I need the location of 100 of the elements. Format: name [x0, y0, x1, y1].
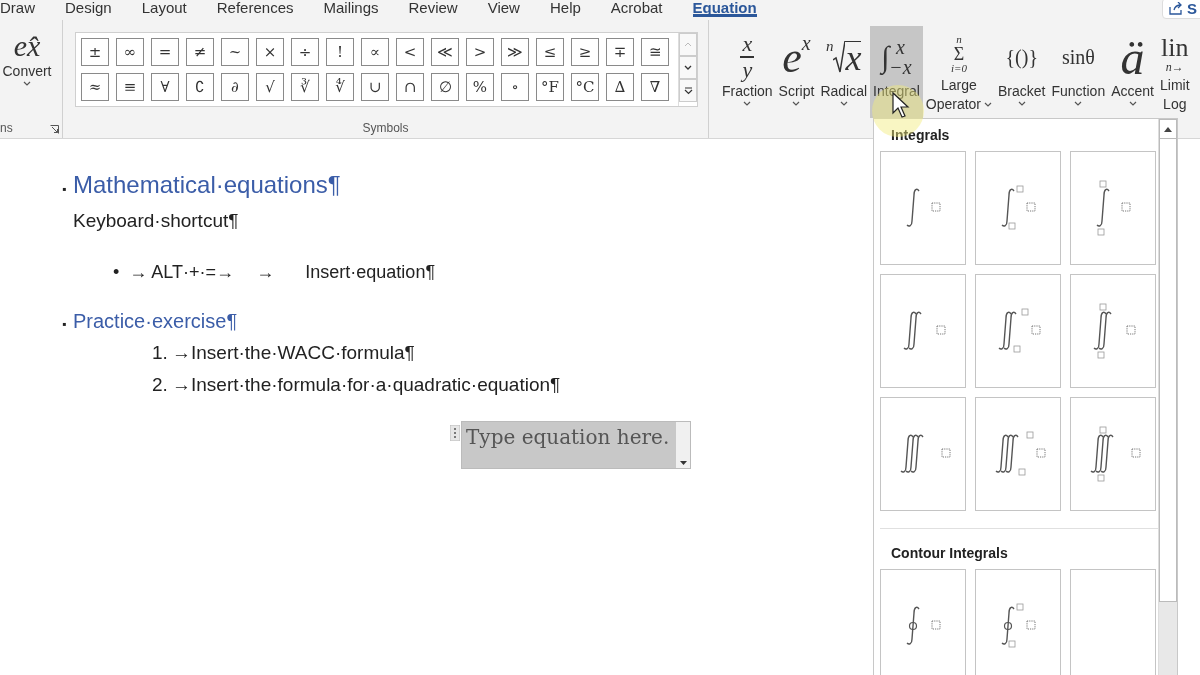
grip-icon[interactable] [450, 425, 460, 441]
integral-option[interactable] [880, 569, 966, 675]
symbol-button[interactable]: ∛ [291, 73, 319, 101]
symbol-button[interactable]: ∅ [431, 73, 459, 101]
scroll-up-button[interactable] [1159, 119, 1177, 139]
structure-button[interactable]: lin n→ Limit Log [1157, 26, 1193, 118]
lower-limit: −x [889, 57, 912, 77]
symbol-button[interactable]: ≫ [501, 38, 529, 66]
symbol-button[interactable]: ≥ [571, 38, 599, 66]
symbol-button[interactable]: ∜ [326, 73, 354, 101]
structure-button[interactable]: ä Accent [1108, 26, 1157, 118]
list-text: → ALT·+·=→ [129, 261, 235, 284]
symbol-button[interactable]: ∓ [606, 38, 634, 66]
symbol-button[interactable]: ≅ [641, 38, 669, 66]
symbol-button[interactable]: ∘ [501, 73, 529, 101]
caret-down-icon [679, 461, 687, 465]
list-text: →Insert·the·formula·for·a·quadratic·equation¶ [172, 373, 561, 397]
symbol-button[interactable]: > [466, 38, 494, 66]
symbol-button[interactable]: ∁ [186, 73, 214, 101]
scrollbar-thumb[interactable] [1159, 139, 1177, 602]
ribbon-tab[interactable]: Draw [0, 0, 35, 19]
ribbon-tab[interactable]: Review [408, 0, 458, 19]
integral-option[interactable] [975, 151, 1061, 265]
numerator: x [742, 33, 753, 56]
accent-glyph: ä [1120, 29, 1145, 85]
integral-option[interactable] [880, 151, 966, 265]
scroll-down-button[interactable] [679, 56, 697, 79]
ribbon-tab[interactable]: Help [549, 0, 581, 19]
symbol-button[interactable]: ≠ [186, 38, 214, 66]
radicand-glyph: x [845, 40, 862, 74]
symbol-button[interactable]: ∩ [396, 73, 424, 101]
symbol-button[interactable]: ÷ [291, 38, 319, 66]
structure-button[interactable]: n Σ i=0 Large Operator [922, 26, 996, 118]
share-button[interactable]: S [1162, 0, 1200, 19]
upper-limit: n [956, 34, 962, 45]
symbol-button[interactable]: ≈ [81, 73, 109, 101]
symbol-button[interactable]: °C [571, 73, 599, 101]
group-label: Symbols [361, 121, 410, 135]
list-text: →Insert·the·WACC·formula¶ [172, 341, 415, 365]
structure-button[interactable]: n x Radical [817, 26, 871, 118]
list-marker: ▪ [62, 181, 68, 198]
symbol-button[interactable]: ≤ [536, 38, 564, 66]
chevron-icon [23, 81, 31, 86]
symbol-button[interactable]: = [151, 38, 179, 66]
symbol-button[interactable]: ∇ [641, 73, 669, 101]
integral-option[interactable] [975, 397, 1061, 511]
symbol-button[interactable]: °F [536, 73, 564, 101]
list-number: 1. [152, 341, 169, 365]
ribbon-tab[interactable]: References [216, 0, 294, 19]
caret-up-icon [684, 42, 692, 47]
integral-option[interactable] [1070, 397, 1156, 511]
ribbon-tab[interactable]: Mailings [323, 0, 379, 19]
section-title: Contour Integrals [890, 544, 1009, 563]
symbol-button[interactable]: × [256, 38, 284, 66]
list-marker: • [113, 261, 120, 284]
list-number: 2. [152, 373, 169, 397]
symbol-button[interactable]: ~ [221, 38, 249, 66]
radical-icon [833, 40, 846, 74]
integral-option[interactable] [1070, 569, 1156, 675]
integral-option[interactable] [975, 569, 1061, 675]
ribbon-tab[interactable]: Design [65, 0, 112, 19]
more-button[interactable] [679, 79, 697, 102]
integral-option[interactable] [1070, 151, 1156, 265]
integral-option[interactable] [880, 274, 966, 388]
superscript-glyph: x [801, 32, 811, 54]
equation-field[interactable]: Type equation here. [461, 421, 691, 469]
caret-up-icon [1164, 126, 1172, 132]
ribbon-tab[interactable]: Equation [692, 0, 757, 17]
ribbon-tab[interactable]: Acrobat [610, 0, 663, 19]
structure-glyph: {()} [1005, 45, 1039, 69]
symbol-button[interactable]: ≪ [431, 38, 459, 66]
symbol-button[interactable]: ∂ [221, 73, 249, 101]
symbol-button[interactable]: ∞ [116, 38, 144, 66]
symbol-button[interactable]: < [396, 38, 424, 66]
sum-sign: Σ [953, 45, 965, 63]
ribbon-tab[interactable]: View [487, 0, 520, 19]
denominator: y [742, 58, 753, 81]
symbol-button[interactable]: ∝ [361, 38, 389, 66]
structure-button[interactable]: x y Fraction [719, 26, 776, 118]
integral-option[interactable] [1070, 274, 1156, 388]
symbol-button[interactable]: ∆ [606, 73, 634, 101]
structure-button[interactable]: {()} Bracket [995, 26, 1049, 118]
integral-option[interactable] [880, 397, 966, 511]
symbol-button[interactable]: ± [81, 38, 109, 66]
integral-option[interactable] [975, 274, 1061, 388]
symbol-button[interactable]: √ [256, 73, 284, 101]
convert-button[interactable]: ex̂ Convert [2, 20, 52, 86]
symbol-button[interactable]: ! [326, 38, 354, 66]
ribbon-tab[interactable]: Layout [141, 0, 187, 19]
base-glyph: e [782, 31, 802, 83]
symbol-button[interactable]: ∀ [151, 73, 179, 101]
index-glyph: n [826, 38, 834, 55]
structure-button[interactable]: sinθ Function [1048, 26, 1109, 118]
integral-sign: ∫ [881, 40, 890, 74]
upper-limit: x [896, 37, 905, 57]
symbol-button[interactable]: ≡ [116, 73, 144, 101]
symbol-button[interactable]: ∪ [361, 73, 389, 101]
symbol-button[interactable]: % [466, 73, 494, 101]
dropdown-button[interactable] [676, 422, 690, 468]
dialog-launcher-icon[interactable] [50, 125, 59, 134]
